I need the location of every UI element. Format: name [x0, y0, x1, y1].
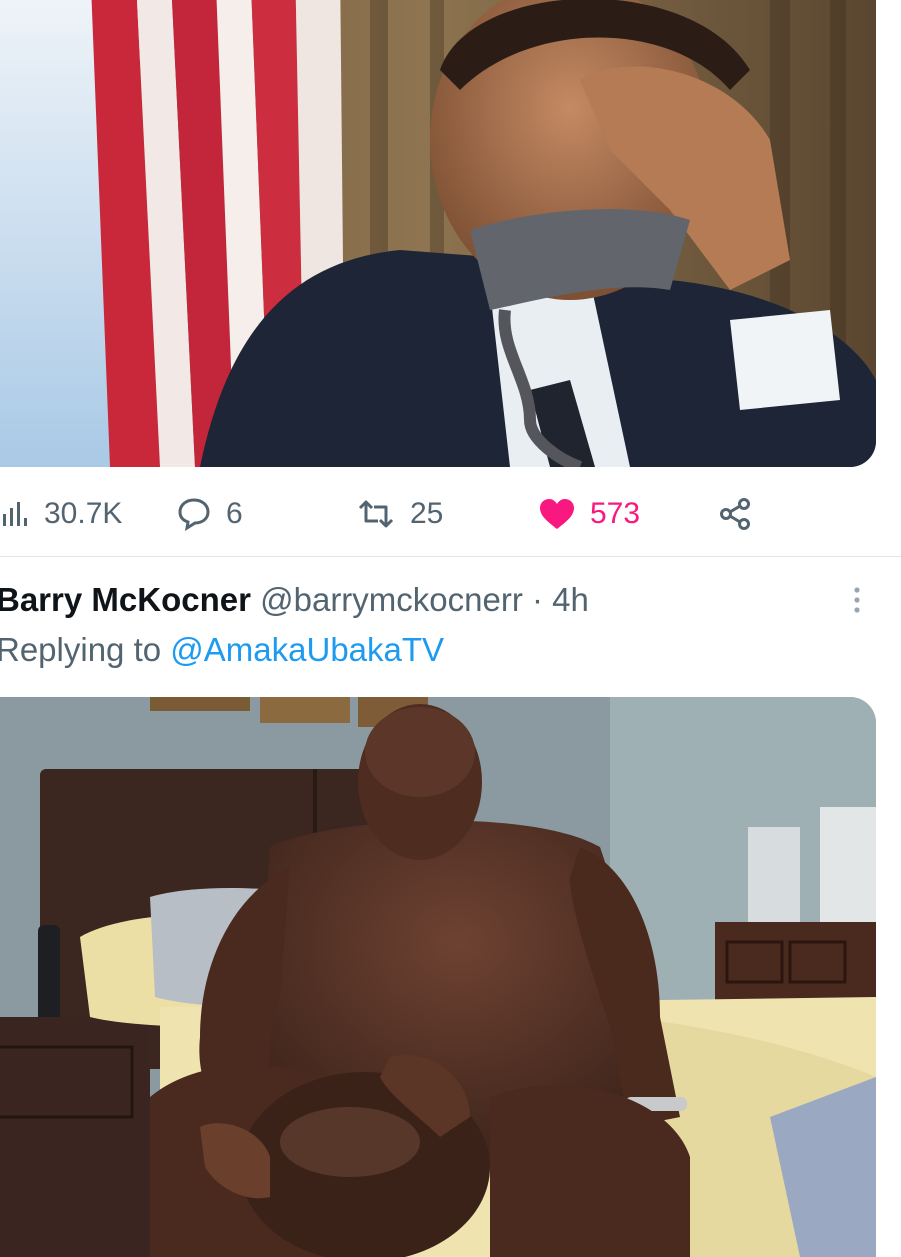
tweet-image-reply[interactable]	[0, 697, 876, 1257]
heart-filled-icon	[540, 499, 574, 529]
share-icon	[720, 498, 750, 530]
views-count: 30.7K	[44, 497, 123, 530]
reply-tweet-header: Barry McKocner @barrymckocnerr · 4h	[0, 578, 589, 622]
replying-to-prefix: Replying to	[0, 631, 162, 668]
reply-count: 6	[226, 497, 243, 530]
tweet-image-top-graphic	[0, 0, 876, 467]
share-button[interactable]	[718, 488, 752, 540]
tweet-timestamp[interactable]: 4h	[552, 581, 589, 618]
views-button[interactable]: 30.7K	[0, 488, 122, 540]
retweet-count: 25	[410, 497, 444, 530]
like-count: 573	[590, 497, 641, 530]
author-display-name[interactable]: Barry McKocner	[0, 581, 251, 618]
retweet-button[interactable]: 25	[356, 488, 443, 540]
tweet-image-reply-graphic	[0, 697, 876, 1257]
tweet-action-bar: 30.7K 6 25 573	[0, 488, 901, 540]
replying-to-mention[interactable]: @AmakaUbakaTV	[170, 631, 444, 668]
reply-button[interactable]: 6	[176, 488, 243, 540]
views-chart-icon	[3, 502, 27, 526]
reply-bubble-icon	[178, 498, 210, 531]
like-button[interactable]: 573	[538, 488, 640, 540]
tweet-image-top[interactable]	[0, 0, 876, 467]
author-handle[interactable]: @barrymckocnerr	[260, 581, 523, 618]
replying-to-line: Replying to @AmakaUbakaTV	[0, 628, 444, 672]
meta-separator: ·	[532, 581, 543, 618]
more-vertical-icon[interactable]	[846, 584, 868, 618]
retweet-icon	[358, 500, 394, 528]
tweet-divider	[0, 556, 901, 557]
